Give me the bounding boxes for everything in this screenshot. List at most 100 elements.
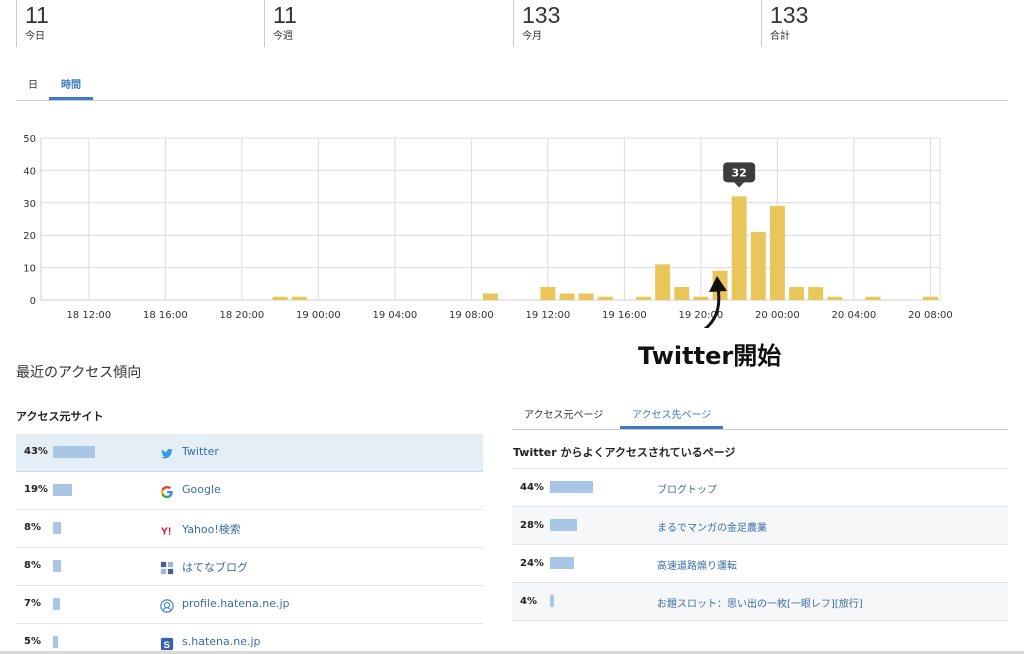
svg-text:S: S [164, 640, 171, 651]
hatena-blog-icon [160, 560, 174, 575]
share-percent: 19% [24, 484, 48, 495]
twitter-bird-icon [160, 446, 174, 460]
chart-bar [693, 296, 709, 300]
section-title: 最近のアクセス傾向 [16, 365, 142, 381]
x-tick-label: 20 08:00 [908, 310, 953, 321]
twitter-start-annotation: Twitter開始 [638, 342, 782, 370]
x-tick-label: 18 12:00 [66, 310, 111, 321]
stat-label: 今週 [273, 31, 293, 42]
referrer-row[interactable]: 5% Ss.hatena.ne.jp [16, 624, 483, 654]
y-tick-label: 30 [23, 199, 36, 210]
chart-bar [750, 231, 766, 300]
share-bar [53, 598, 60, 610]
stats-bar: 11 今日 11 今週 133 今月 133 合計 [0, 0, 1024, 50]
referrer-sites-heading: アクセス元サイト [16, 410, 104, 423]
share-percent: 8% [24, 560, 41, 571]
share-bar [53, 636, 58, 648]
destination-row[interactable]: 28% まるでマンガの金足農業 [512, 507, 1008, 545]
chart-bar [636, 296, 651, 300]
tab-source-pages[interactable]: アクセス元ページ [524, 406, 603, 429]
page-link[interactable]: まるでマンガの金足農業 [657, 519, 767, 534]
destination-page-list: 44% ブログトップ 28% まるでマンガの金足農業 24% 高速道路煽り運転 4% お題スロ… [512, 468, 1008, 621]
stat-value: 11 [25, 2, 49, 28]
tab-hour[interactable]: 時間 [49, 76, 93, 100]
share-bar [53, 484, 72, 496]
chart-bar [483, 293, 498, 300]
destination-row[interactable]: 24% 高速道路煽り運転 [512, 545, 1008, 583]
chart-bar [731, 196, 747, 300]
share-percent: 24% [520, 558, 544, 569]
share-percent: 28% [520, 520, 544, 531]
stat-value: 133 [770, 2, 809, 28]
referrer-row[interactable]: 7% profile.hatena.ne.jp [16, 586, 483, 624]
share-percent: 5% [24, 636, 41, 647]
referrer-row[interactable]: 8% Y! Yahoo!検索 [16, 510, 483, 548]
y-tick-label: 10 [23, 264, 36, 275]
share-percent: 4% [520, 596, 537, 607]
referrer-link[interactable]: Google [182, 483, 221, 496]
x-tick-label: 19 00:00 [296, 310, 341, 321]
stat-month: 133 今月 [513, 0, 753, 47]
yahoo-y-icon: Y! [160, 522, 174, 537]
x-tick-label: 20 04:00 [832, 310, 877, 321]
profile-face-icon [160, 598, 174, 613]
google-g-icon [160, 484, 174, 499]
share-percent: 8% [24, 522, 41, 533]
chart-bar [674, 287, 690, 300]
referrer-row[interactable]: 43% Twitter [16, 434, 483, 472]
y-tick-label: 20 [23, 231, 36, 242]
referrer-row[interactable]: 19% Google [16, 472, 483, 510]
stat-value: 133 [522, 2, 561, 28]
share-percent: 43% [24, 446, 48, 457]
x-tick-label: 20 00:00 [755, 310, 800, 321]
chart-bar [808, 287, 824, 300]
stat-label: 合計 [770, 31, 790, 42]
page-link[interactable]: お題スロット：思い出の一枚[一眼レフ][旅行] [657, 595, 863, 610]
share-bar [550, 595, 554, 607]
referrer-site-list: 43% Twitter 19% Google 8% Y! Yahoo!検索 8% はてなブログ 7… [16, 434, 483, 654]
page-link[interactable]: ブログトップ [657, 481, 717, 496]
share-bar [53, 522, 61, 534]
x-tick-label: 18 16:00 [143, 310, 188, 321]
x-tick-label: 19 16:00 [602, 310, 647, 321]
chart-bar [922, 296, 938, 300]
chart-bar [789, 287, 805, 300]
chart-bar [291, 296, 307, 300]
chart-bar [559, 293, 575, 300]
referrer-link[interactable]: Yahoo!検索 [182, 521, 241, 537]
destination-row[interactable]: 4% お題スロット：思い出の一枚[一眼レフ][旅行] [512, 583, 1008, 621]
referrer-link[interactable]: s.hatena.ne.jp [182, 635, 261, 648]
share-bar [53, 446, 95, 458]
chart-bar [827, 296, 843, 300]
share-bar [550, 481, 593, 493]
y-tick-label: 0 [30, 296, 36, 307]
stat-week: 11 今週 [264, 0, 504, 47]
svg-text:Y!: Y! [161, 525, 172, 537]
tab-destination-pages[interactable]: アクセス先ページ [620, 406, 724, 429]
y-tick-label: 50 [23, 134, 36, 145]
page-tabs: アクセス元ページ アクセス先ページ [512, 398, 1008, 430]
destination-row[interactable]: 44% ブログトップ [512, 469, 1008, 507]
page-link[interactable]: 高速道路煽り運転 [657, 557, 737, 572]
referrer-row[interactable]: 8% はてなブログ [16, 548, 483, 586]
share-bar [550, 519, 577, 531]
referrer-link[interactable]: Twitter [182, 445, 219, 458]
referrer-link[interactable]: profile.hatena.ne.jp [182, 597, 290, 610]
chart-bar [578, 293, 594, 300]
chart-bar [865, 296, 881, 300]
stat-total: 133 合計 [761, 0, 1001, 47]
x-tick-label: 19 04:00 [372, 310, 417, 321]
referrer-link[interactable]: はてなブログ [182, 559, 248, 575]
chart-bar [655, 264, 671, 300]
share-percent: 44% [520, 482, 544, 493]
tab-day[interactable]: 日 [28, 76, 38, 100]
stat-today: 11 今日 [16, 0, 256, 47]
hatena-star-icon: S [160, 636, 174, 651]
chart-bar [769, 206, 785, 300]
share-bar [550, 557, 574, 569]
x-tick-label: 19 08:00 [449, 310, 494, 321]
x-tick-label: 18 20:00 [219, 310, 264, 321]
y-tick-label: 40 [23, 166, 36, 177]
stat-label: 今月 [522, 31, 542, 42]
stat-label: 今日 [25, 31, 45, 42]
